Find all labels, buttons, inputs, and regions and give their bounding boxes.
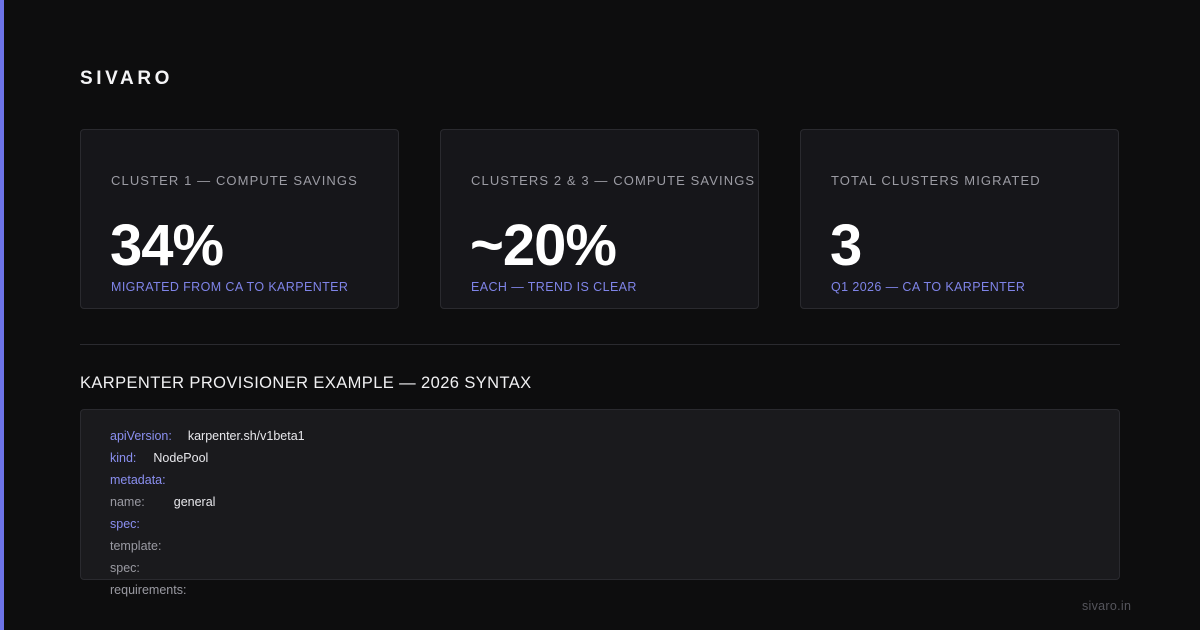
code-key: requirements: <box>110 583 187 597</box>
code-key: apiVersion: <box>110 429 172 443</box>
code-line: name: general <box>110 491 305 513</box>
code-key: name: <box>110 495 145 509</box>
code-line: kind: NodePool <box>110 447 305 469</box>
stat-label: CLUSTERS 2 & 3 — COMPUTE SAVINGS <box>471 173 756 188</box>
code-line: spec: <box>110 513 305 535</box>
code-key: spec: <box>110 517 140 531</box>
stat-card-total-migrated: TOTAL CLUSTERS MIGRATED 3 Q1 2026 — CA T… <box>800 129 1119 309</box>
section-divider <box>80 344 1120 345</box>
stat-value: 3 <box>830 213 862 278</box>
code-key: spec: <box>110 561 140 575</box>
left-accent-bar <box>0 0 4 630</box>
code-key: metadata: <box>110 473 166 487</box>
code-line: template: <box>110 535 305 557</box>
code-value: karpenter.sh/v1beta1 <box>187 429 305 443</box>
stat-value: 34% <box>110 213 224 278</box>
code-value: general <box>173 495 216 509</box>
footer-url[interactable]: sivaro.in <box>1082 599 1131 613</box>
code-value: NodePool <box>153 451 209 465</box>
section-title: KARPENTER PROVISIONER EXAMPLE — 2026 SYN… <box>80 374 532 392</box>
code-lines: apiVersion: karpenter.sh/v1beta1 kind: Nod… <box>110 425 305 601</box>
stats-row: CLUSTER 1 — COMPUTE SAVINGS 34% MIGRATED… <box>80 129 1121 311</box>
code-key: template: <box>110 539 162 553</box>
stat-card-cluster-1: CLUSTER 1 — COMPUTE SAVINGS 34% MIGRATED… <box>80 129 399 309</box>
stat-caption: MIGRATED FROM CA TO KARPENTER <box>111 280 349 294</box>
code-line: apiVersion: karpenter.sh/v1beta1 <box>110 425 305 447</box>
stat-label: TOTAL CLUSTERS MIGRATED <box>831 173 1041 188</box>
stat-label: CLUSTER 1 — COMPUTE SAVINGS <box>111 173 358 188</box>
code-key: kind: <box>110 451 137 465</box>
stat-value: ~20% <box>470 213 617 278</box>
brand-logo: SIVARO <box>80 68 174 89</box>
stat-caption: Q1 2026 — CA TO KARPENTER <box>831 280 1026 294</box>
stat-caption: EACH — TREND IS CLEAR <box>471 280 637 294</box>
code-line: requirements: <box>110 579 305 601</box>
code-line: metadata: <box>110 469 305 491</box>
stat-card-clusters-2-3: CLUSTERS 2 & 3 — COMPUTE SAVINGS ~20% EA… <box>440 129 759 309</box>
code-line: spec: <box>110 557 305 579</box>
